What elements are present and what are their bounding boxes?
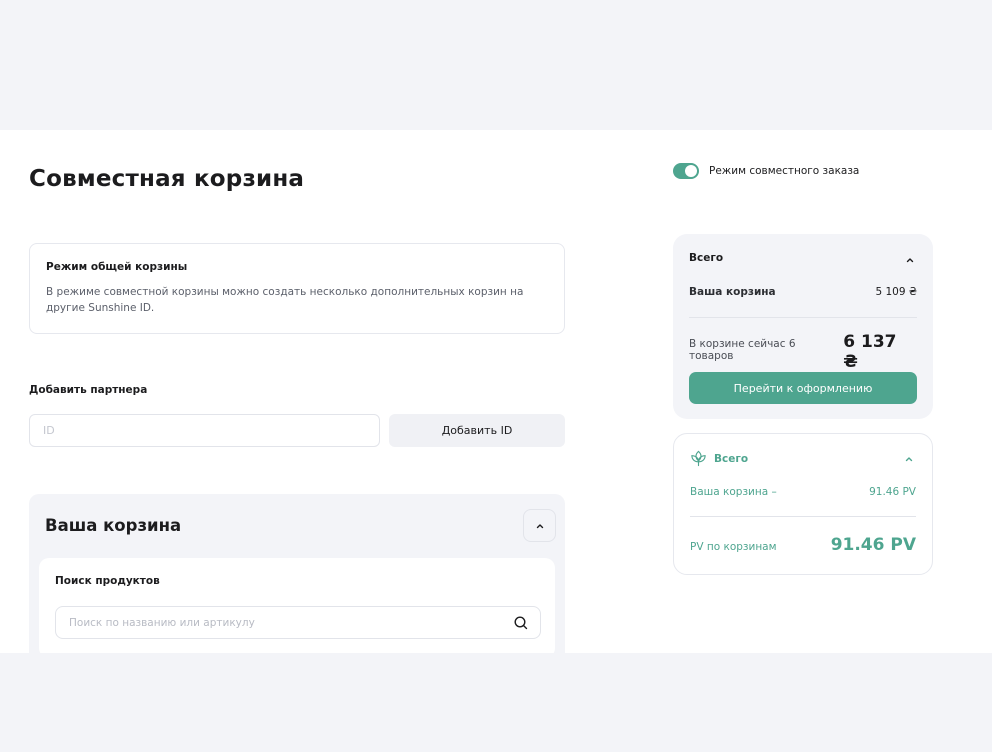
pv-total-value: 91.46 PV [830, 535, 916, 555]
pv-total-row: PV по корзинам 91.46 PV [690, 535, 916, 555]
chevron-up-icon[interactable] [904, 454, 914, 464]
summary-cart-label: Ваша корзина [689, 286, 776, 298]
main-panel: Совместная корзина Режим общей корзины В… [0, 130, 992, 653]
page-title: Совместная корзина [29, 166, 305, 192]
pv-summary-card: Всего Ваша корзина – 91.46 PV PV по корз… [673, 433, 933, 575]
product-search-title: Поиск продуктов [55, 575, 160, 587]
summary-cart-value: 5 109 ₴ [875, 286, 917, 298]
joint-order-toggle-row: Режим совместного заказа [673, 163, 859, 179]
pv-cart-value: 91.46 PV [869, 486, 916, 498]
product-search-input[interactable] [56, 607, 540, 638]
summary-total-row: В корзине сейчас 6 товаров 6 137 ₴ [689, 332, 917, 372]
pv-cart-row: Ваша корзина – 91.46 PV [690, 486, 916, 498]
order-summary-card: Всего Ваша корзина 5 109 ₴ В корзине сей… [673, 234, 933, 419]
checkout-button[interactable]: Перейти к оформлению [689, 372, 917, 404]
summary-total-value: 6 137 ₴ [843, 332, 897, 372]
pv-total-label: PV по корзинам [690, 541, 777, 553]
pv-header: Всего [690, 450, 748, 467]
add-partner-label: Добавить партнера [29, 384, 148, 396]
joint-order-label: Режим совместного заказа [709, 165, 860, 177]
info-title: Режим общей корзины [46, 261, 188, 273]
pv-header-label: Всего [714, 452, 749, 465]
chevron-up-icon [536, 523, 543, 528]
summary-header: Всего [689, 252, 724, 264]
joint-order-toggle[interactable] [673, 163, 699, 179]
cart-collapse-button[interactable] [523, 509, 556, 542]
partner-id-input[interactable] [29, 414, 380, 447]
product-search-field [55, 606, 541, 639]
summary-total-label: В корзине сейчас 6 товаров [689, 338, 796, 362]
info-card: Режим общей корзины В режиме совместной … [29, 243, 565, 334]
pv-cart-label: Ваша корзина – [690, 486, 777, 498]
toggle-knob [685, 165, 697, 177]
add-id-button[interactable]: Добавить ID [389, 414, 565, 447]
product-search-card: Поиск продуктов [39, 558, 555, 653]
cart-title: Ваша корзина [45, 516, 182, 535]
chevron-up-icon[interactable] [905, 255, 915, 265]
your-cart-section: Ваша корзина Поиск продуктов [29, 494, 565, 653]
summary-divider [689, 317, 917, 318]
leaf-icon [691, 450, 706, 467]
info-text: В режиме совместной корзины можно создат… [46, 286, 524, 314]
summary-cart-row: Ваша корзина 5 109 ₴ [689, 286, 917, 298]
pv-divider [690, 516, 916, 517]
search-icon[interactable] [513, 615, 529, 631]
